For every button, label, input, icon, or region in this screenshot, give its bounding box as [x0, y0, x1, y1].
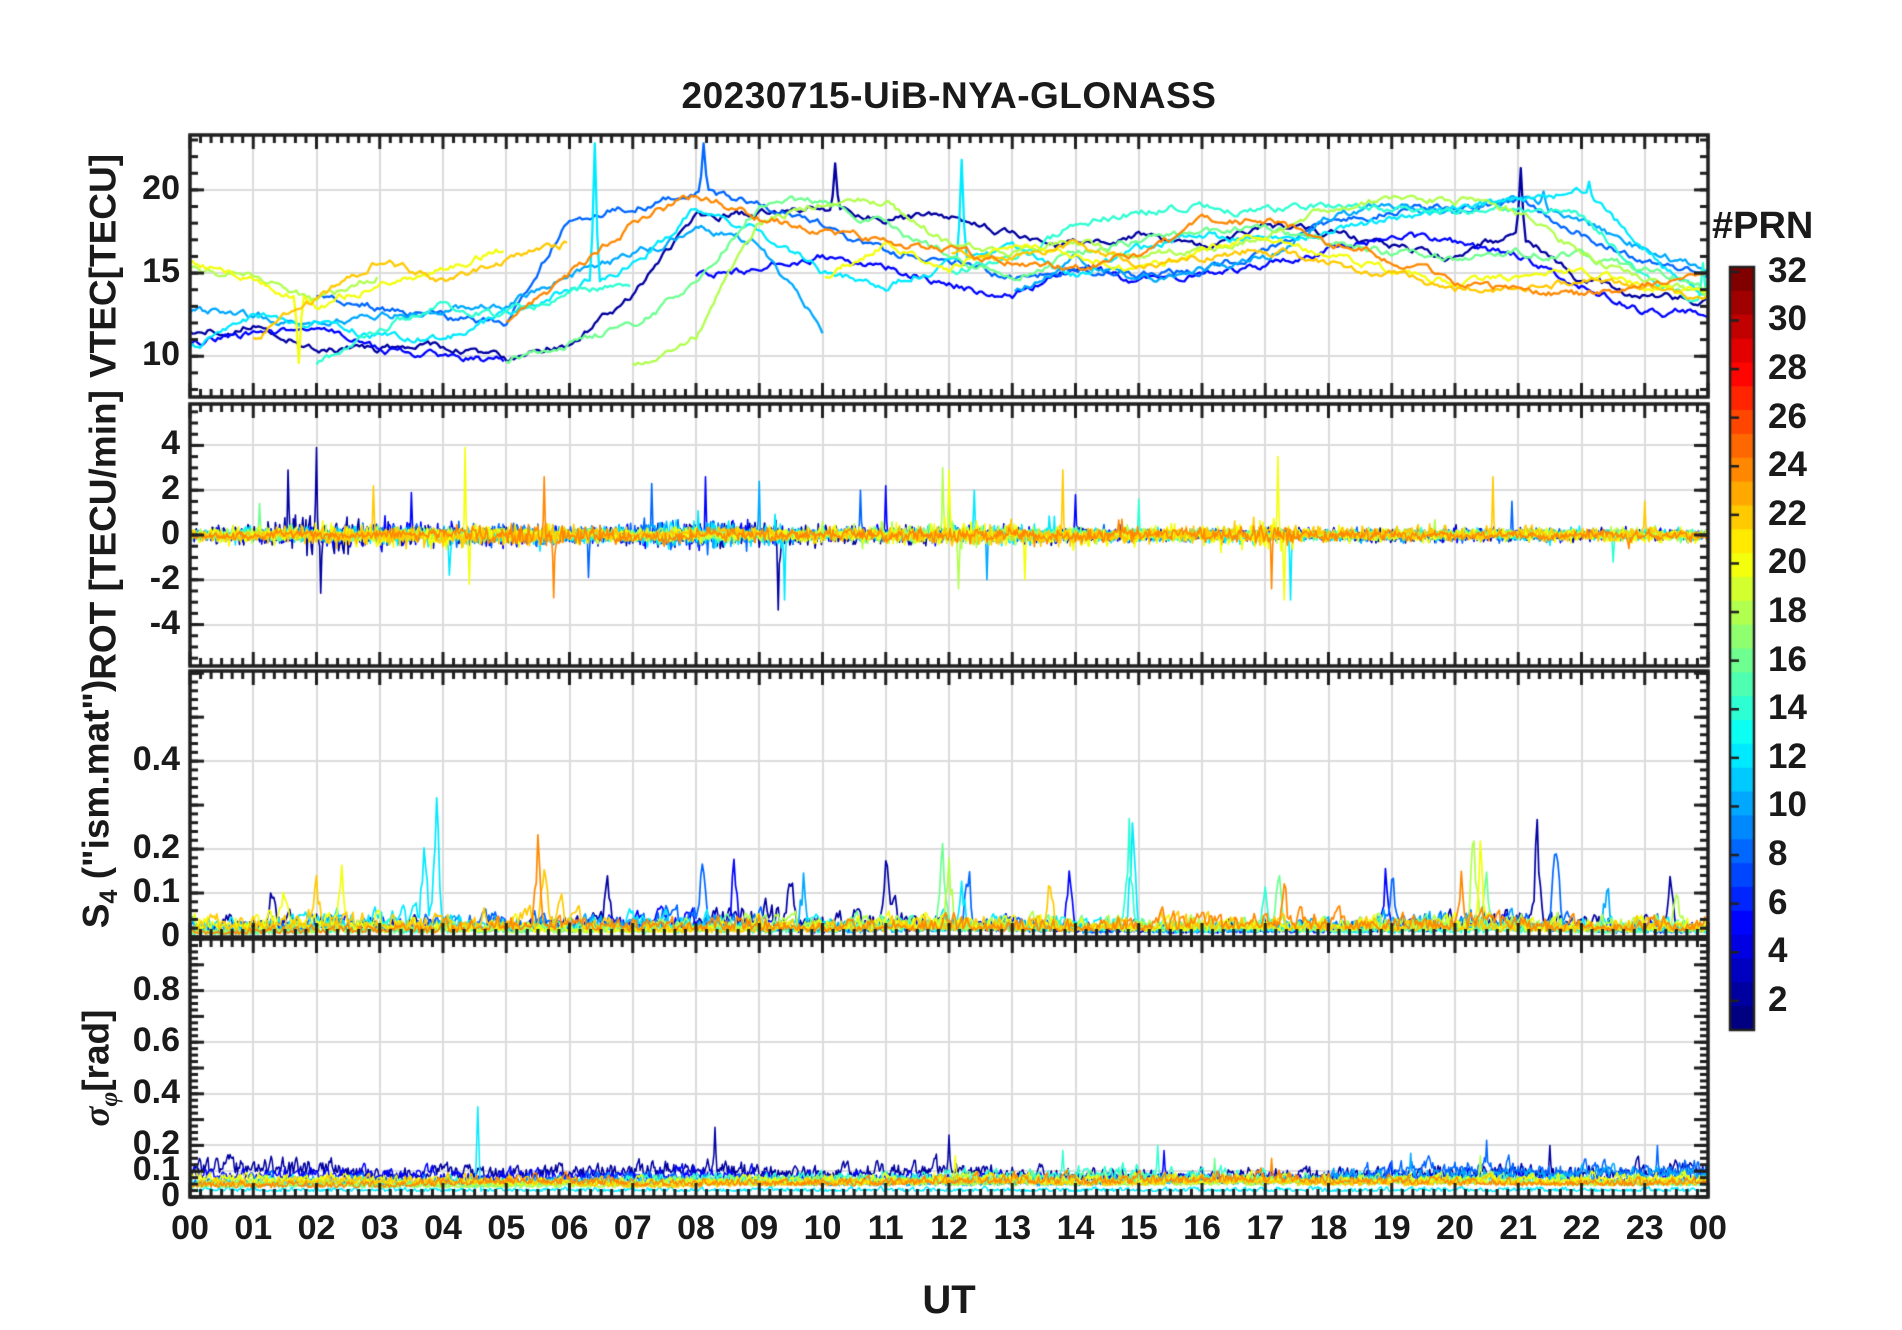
panel-rot	[190, 404, 1708, 666]
figure: 20230715-UiB-NYA-GLONASS VTEC[TECU] ROT …	[0, 0, 1902, 1330]
panel-vtec	[190, 135, 1708, 397]
panel-sigmaphi	[190, 939, 1708, 1197]
panel-s4	[190, 671, 1708, 937]
